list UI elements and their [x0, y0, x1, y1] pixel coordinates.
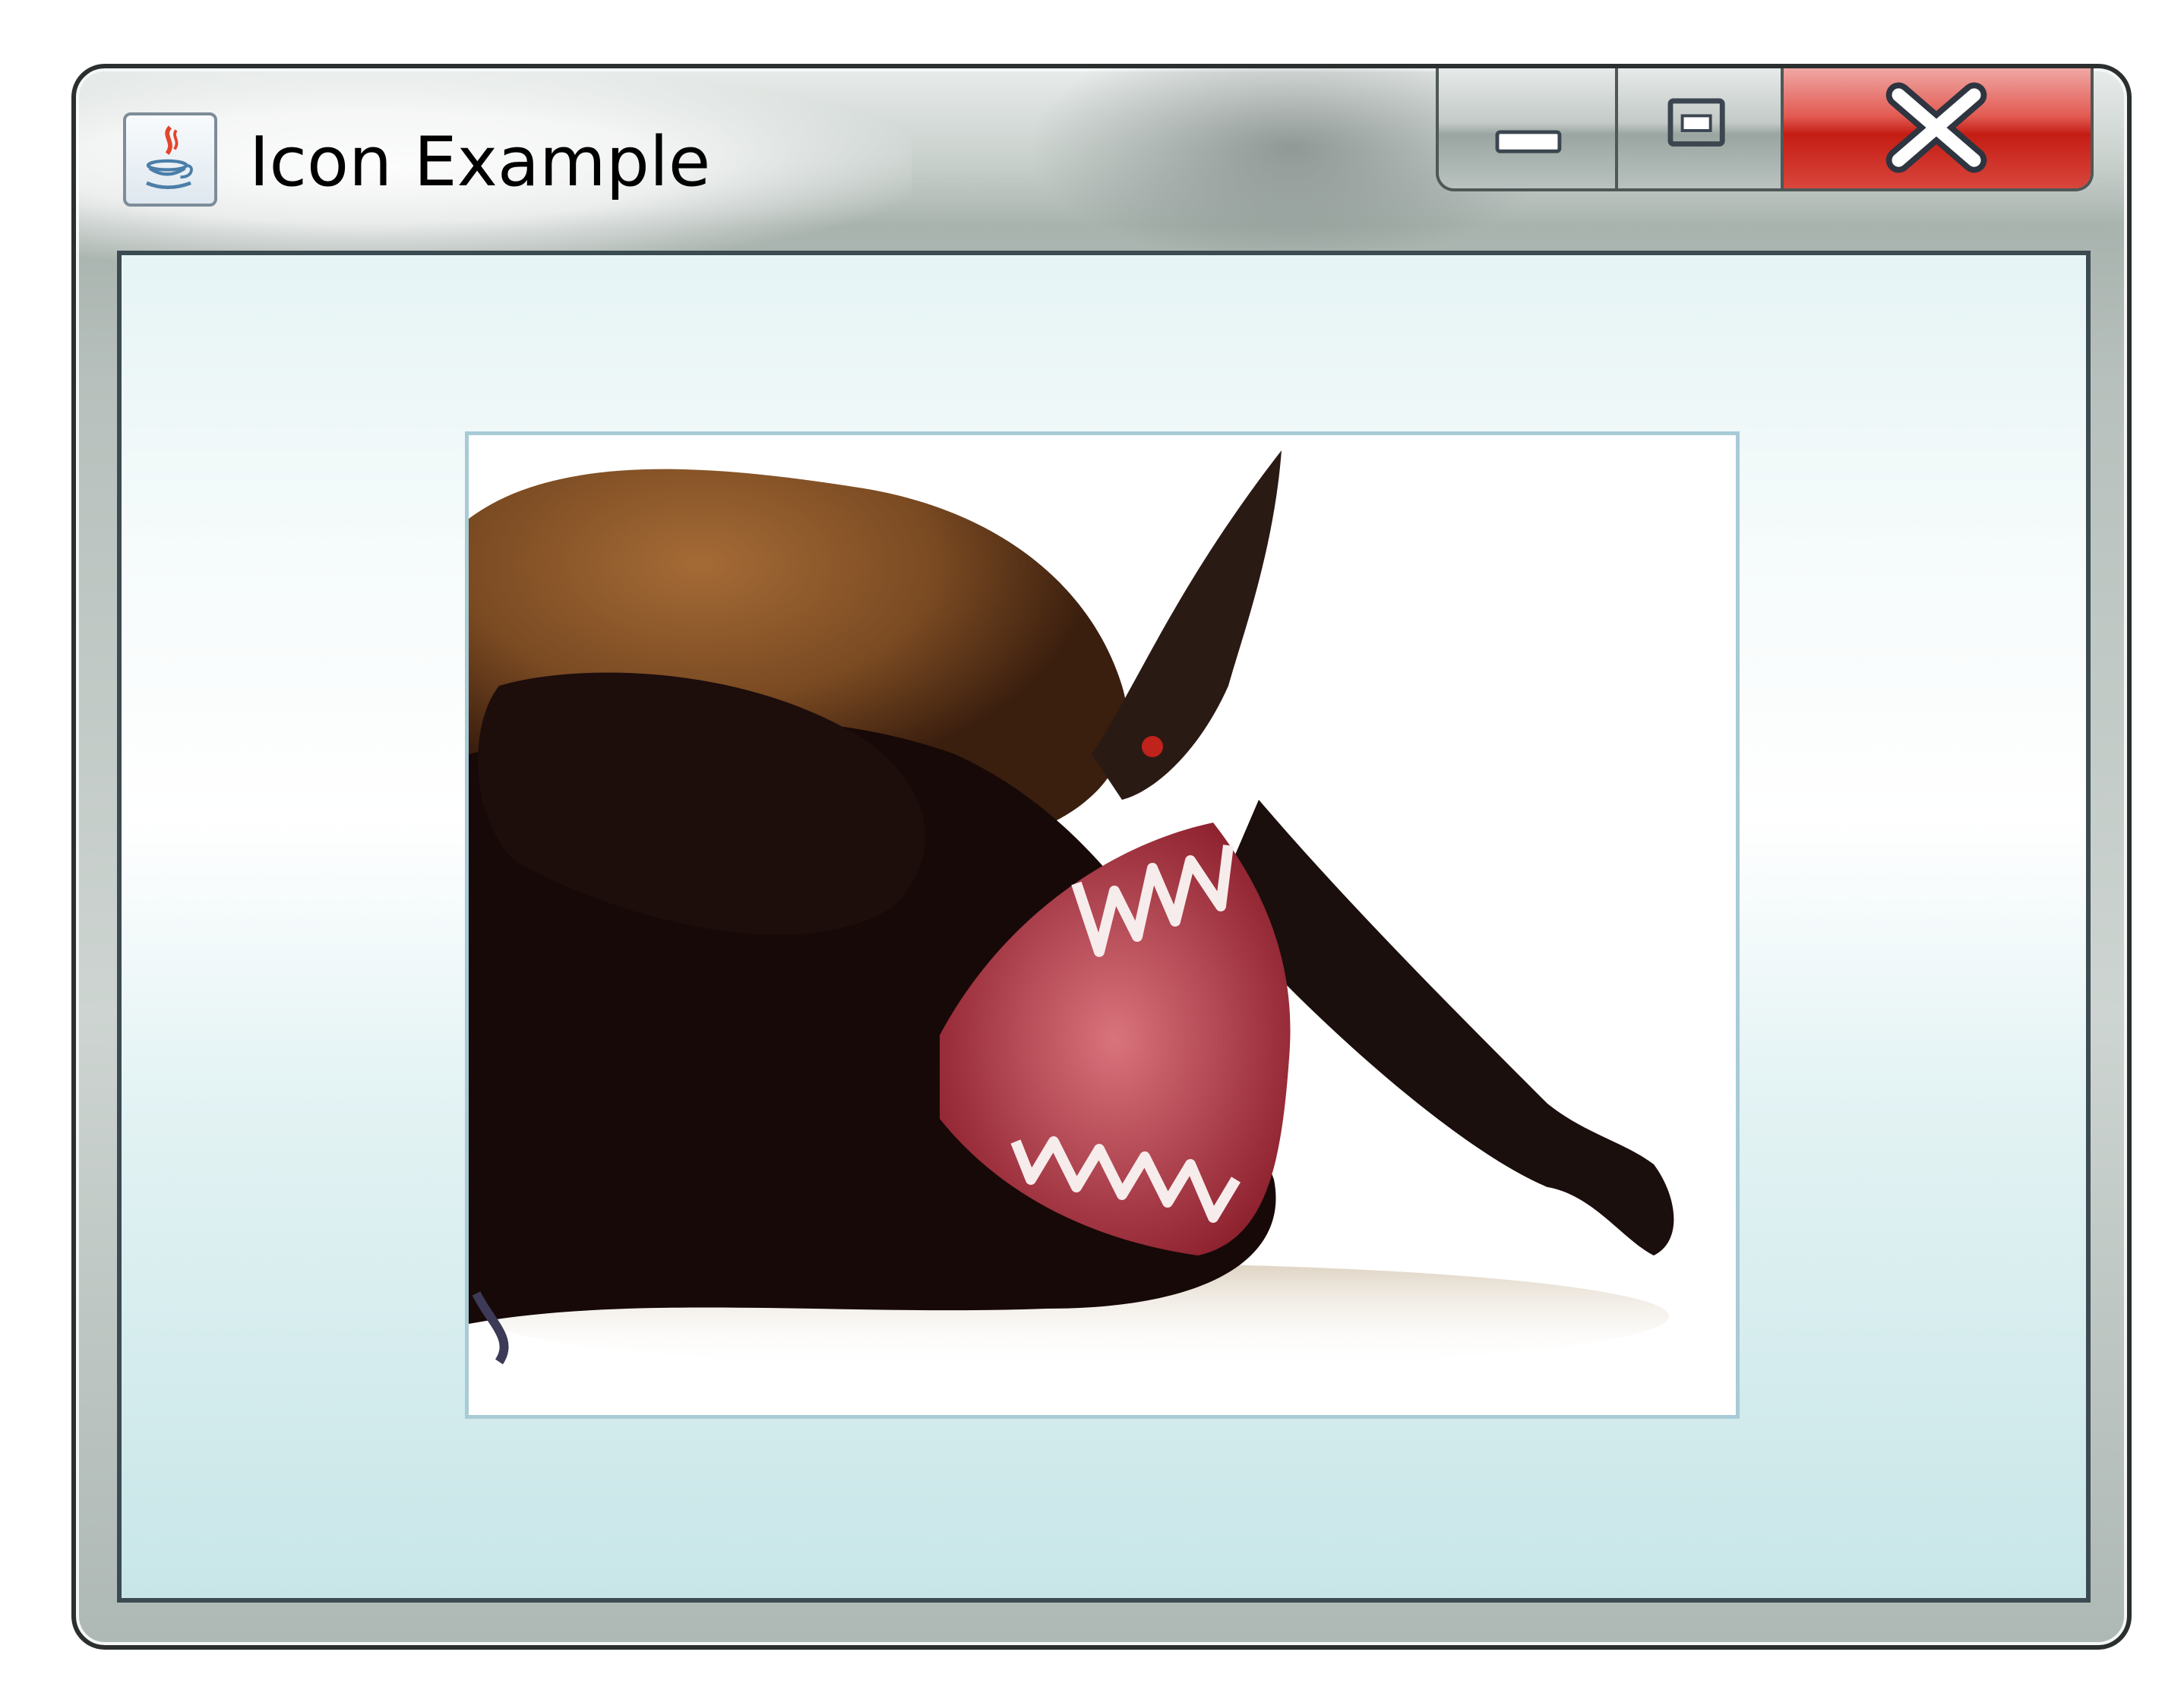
close-button[interactable] — [1784, 68, 2091, 188]
window-title: Icon Example — [249, 122, 711, 202]
close-icon — [1885, 82, 1987, 173]
minimize-button[interactable] — [1439, 68, 1618, 188]
minimize-icon — [1495, 130, 1562, 153]
maximize-icon — [1667, 98, 1725, 147]
java-cup-glyph — [146, 125, 193, 190]
content-pane — [117, 251, 2091, 1603]
caption-buttons — [1436, 68, 2094, 191]
bat-photo — [469, 435, 1736, 1415]
application-window: Icon Example — [71, 64, 2132, 1650]
maximize-button[interactable] — [1618, 68, 1784, 188]
bat-photo-icon — [465, 431, 1740, 1419]
java-cup-icon[interactable] — [123, 112, 217, 207]
